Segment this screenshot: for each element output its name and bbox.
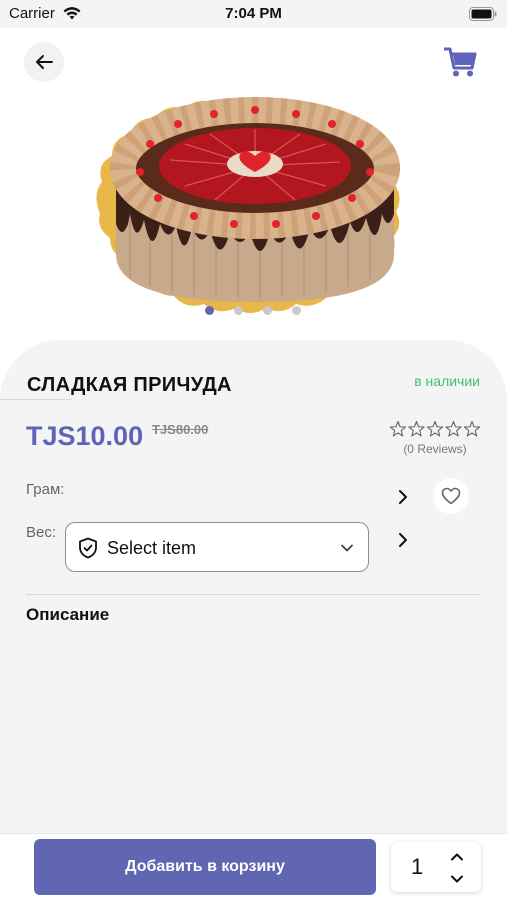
gallery-pager [0,306,507,316]
stock-status-badge: в наличии [414,373,480,389]
select-value: Select item [107,538,197,558]
arrow-left-icon [36,55,53,69]
star-outline-icon [445,420,462,437]
reviews-count: (0 Reviews) [403,442,467,456]
star-outline-icon [426,420,444,437]
pager-dot[interactable] [292,306,301,315]
status-bar: Carrier 7:04 PM [0,0,507,28]
chevron-up-icon[interactable] [450,852,464,862]
chevron-right-icon[interactable] [396,532,410,548]
description-heading: Описание [26,605,110,624]
weight-select[interactable]: Select item [65,522,369,572]
section-divider [26,594,481,595]
favorite-button[interactable] [433,478,469,514]
quantity-stepper[interactable]: 1 [391,842,481,892]
product-image [96,97,400,313]
status-time: 7:04 PM [225,5,282,22]
pager-dot[interactable] [205,306,214,315]
add-to-cart-button[interactable]: Добавить в корзину [34,839,376,895]
pager-dot[interactable] [234,306,243,315]
product-details-sheet [0,340,507,840]
product-title: СЛАДКАЯ ПРИЧУДА [27,374,232,396]
chevron-down-icon[interactable] [450,874,464,884]
heart-outline-icon [441,487,461,505]
back-button[interactable] [24,42,64,82]
shield-check-icon [79,537,97,559]
star-outline-icon [408,420,425,437]
shopping-cart-icon[interactable] [443,46,477,78]
star-outline-icon [463,420,481,437]
rating-stars [389,420,481,437]
title-divider [0,399,72,400]
weight-label: Вес: [26,524,57,541]
battery-icon [469,7,497,21]
old-price: TJS80.00 [152,422,209,437]
chevron-down-icon [341,544,353,552]
current-price: TJS10.00 [26,421,144,451]
pager-dot[interactable] [263,306,272,315]
star-outline-icon [389,420,407,437]
gram-label: Грам: [26,481,65,498]
chevron-right-icon[interactable] [396,489,410,505]
quantity-value: 1 [411,854,424,879]
